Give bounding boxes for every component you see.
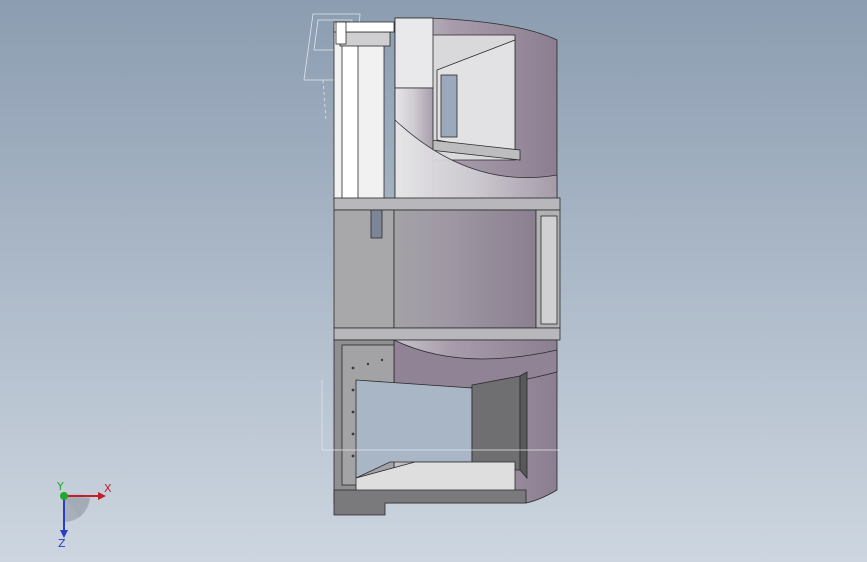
flange-band-lower xyxy=(333,327,561,341)
lower-housing xyxy=(321,339,560,516)
graphics-viewport[interactable]: X Y Z xyxy=(0,0,867,562)
y-axis-label: Y xyxy=(56,480,64,493)
y-axis-dot xyxy=(60,492,68,500)
axis-triad: X Y Z xyxy=(56,480,112,548)
z-axis-label: Z xyxy=(58,537,66,548)
middle-housing xyxy=(333,209,561,329)
3d-model-view[interactable] xyxy=(0,0,867,562)
upper-housing xyxy=(333,17,558,201)
x-axis-label: X xyxy=(104,482,112,495)
flange-band-upper xyxy=(333,197,561,211)
